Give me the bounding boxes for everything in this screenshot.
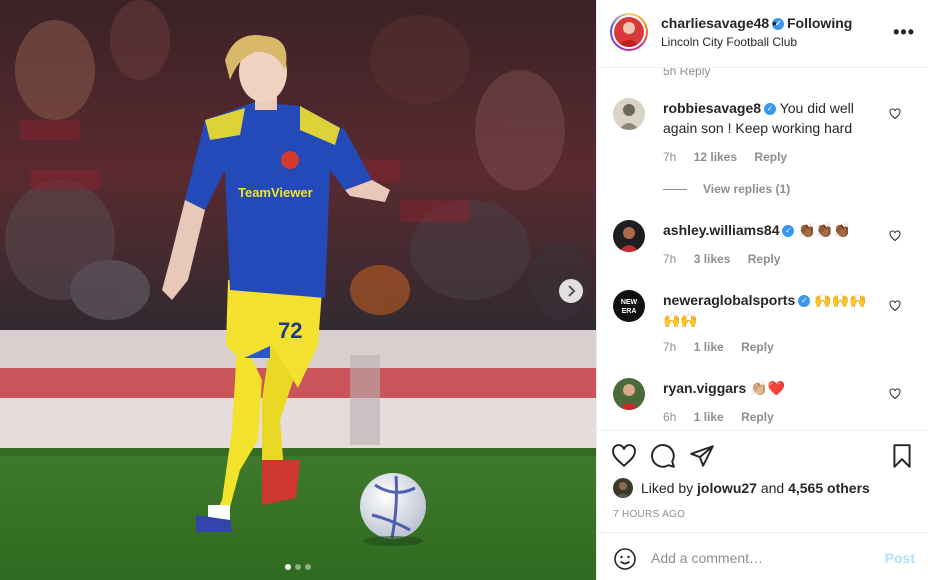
carousel-dot bbox=[305, 564, 311, 570]
following-button[interactable]: Following bbox=[787, 15, 852, 31]
comment-meta: 6h 1 like Reply bbox=[663, 410, 788, 424]
save-bookmark-icon[interactable] bbox=[889, 443, 915, 469]
commenter-username[interactable]: ryan.viggars bbox=[663, 380, 746, 396]
comment-text: 👏🏼❤️ bbox=[750, 380, 786, 396]
carousel-indicator bbox=[0, 564, 596, 570]
like-comment-heart-icon[interactable] bbox=[889, 388, 901, 400]
verified-badge-icon: ✓ bbox=[764, 103, 777, 116]
post-location[interactable]: Lincoln City Football Club bbox=[661, 35, 797, 49]
commenter-avatar[interactable] bbox=[613, 378, 645, 410]
commenter-avatar[interactable] bbox=[613, 220, 645, 252]
chevron-right-icon bbox=[568, 285, 576, 297]
comment-likes[interactable]: 1 like bbox=[694, 410, 724, 424]
likes-and: and bbox=[760, 480, 785, 496]
carousel-dot bbox=[295, 564, 301, 570]
commenter-avatar[interactable]: NEW ERA bbox=[613, 290, 645, 322]
action-bar bbox=[611, 443, 917, 469]
commenter-username[interactable]: robbiesavage8 bbox=[663, 100, 761, 116]
post-photo: 72 TeamViewer bbox=[0, 0, 596, 580]
next-photo-button[interactable] bbox=[559, 279, 583, 303]
post-comment-button[interactable]: Post bbox=[885, 550, 915, 566]
post-timestamp[interactable]: 7 HOURS AGO bbox=[613, 509, 685, 520]
commenter-avatar[interactable] bbox=[613, 98, 645, 130]
comment-time: 7h bbox=[663, 340, 677, 354]
liker-avatar[interactable] bbox=[613, 478, 633, 498]
commenter-username[interactable]: neweraglobalsports bbox=[663, 292, 795, 308]
commenter-username[interactable]: ashley.williams84 bbox=[663, 222, 779, 238]
add-comment-bar: Post bbox=[597, 532, 928, 580]
comment-meta: 7h 3 likes Reply bbox=[663, 252, 794, 266]
comment-bubble-icon[interactable] bbox=[650, 443, 676, 469]
author-avatar[interactable] bbox=[610, 13, 648, 51]
shirt-sponsor: TeamViewer bbox=[238, 185, 313, 200]
svg-text:ERA: ERA bbox=[622, 308, 637, 315]
comment-likes[interactable]: 1 like bbox=[694, 340, 724, 354]
add-comment-input[interactable] bbox=[651, 545, 871, 571]
emoji-smile-icon[interactable] bbox=[613, 547, 637, 571]
reply-button[interactable]: Reply bbox=[754, 150, 787, 164]
verified-badge-icon: ✓ bbox=[782, 225, 795, 238]
verified-badge-icon: ✓ bbox=[798, 295, 811, 308]
likes-count-link[interactable]: 4,565 others bbox=[788, 480, 870, 496]
comment-likes[interactable]: 3 likes bbox=[694, 252, 731, 266]
comments-list[interactable]: 5h Reply robbiesavage8 ✓ You did well aga… bbox=[597, 68, 928, 430]
view-replies-button[interactable]: View replies (1) bbox=[663, 182, 790, 196]
carousel-dot bbox=[285, 564, 291, 570]
shorts-number: 72 bbox=[278, 318, 302, 343]
previous-comment-meta: 5h Reply bbox=[663, 68, 711, 78]
post-side-panel: charliesavage48 ✓ • Following Lincoln Cit… bbox=[596, 0, 928, 580]
author-username[interactable]: charliesavage48 ✓ bbox=[661, 15, 785, 31]
share-paper-plane-icon[interactable] bbox=[689, 443, 715, 469]
header-separator: • bbox=[772, 15, 777, 31]
football-player-photo: 72 TeamViewer bbox=[0, 0, 596, 580]
like-comment-heart-icon[interactable] bbox=[889, 108, 901, 120]
like-comment-heart-icon[interactable] bbox=[889, 230, 901, 242]
liker-username[interactable]: jolowu27 bbox=[697, 480, 757, 496]
comment-time: 6h bbox=[663, 410, 677, 424]
reply-button[interactable]: Reply bbox=[748, 252, 781, 266]
reply-button[interactable]: Reply bbox=[741, 410, 774, 424]
svg-text:NEW: NEW bbox=[621, 299, 638, 306]
post-header: charliesavage48 ✓ • Following Lincoln Cit… bbox=[597, 0, 928, 68]
instagram-post-modal: 72 TeamViewer charliesavage48 ✓ • Follow… bbox=[0, 0, 928, 580]
comment-time: 7h bbox=[663, 150, 677, 164]
likes-prefix: Liked by bbox=[641, 480, 694, 496]
comment-time: 7h bbox=[663, 252, 677, 266]
comment-meta: 7h 12 likes Reply bbox=[663, 150, 801, 164]
more-options-button[interactable]: ••• bbox=[893, 22, 915, 43]
author-avatar-image bbox=[614, 17, 644, 47]
comment-text: 👏🏾👏🏾👏🏾 bbox=[798, 222, 851, 238]
like-heart-icon[interactable] bbox=[611, 443, 637, 469]
reply-button[interactable]: Reply bbox=[741, 340, 774, 354]
like-comment-heart-icon[interactable] bbox=[889, 300, 901, 312]
post-actions-footer: Liked by jolowu27 and 4,565 others 7 HOU… bbox=[597, 430, 928, 580]
comment-meta: 7h 1 like Reply bbox=[663, 340, 788, 354]
likes-summary: Liked by jolowu27 and 4,565 others bbox=[613, 478, 870, 498]
comment-likes[interactable]: 12 likes bbox=[694, 150, 737, 164]
